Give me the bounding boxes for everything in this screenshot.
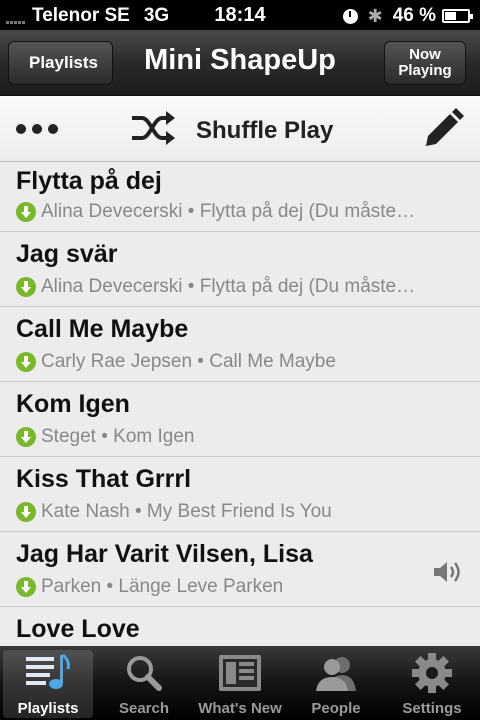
now-playing-button[interactable]: Now Playing: [384, 41, 466, 85]
song-row[interactable]: Jag svär Alina Devecerski • Flytta på de…: [0, 232, 480, 307]
song-artist-album: Parken • Länge Leve Parken: [41, 576, 284, 597]
song-title: Flytta på dej: [16, 167, 162, 195]
song-row[interactable]: Love Love: [0, 607, 480, 646]
shuffle-play-label: Shuffle Play: [196, 116, 334, 144]
tab-whats-new[interactable]: What's New: [192, 646, 288, 720]
song-title: Kiss That Grrrl: [16, 465, 192, 493]
song-row-now-playing[interactable]: Jag Har Varit Vilsen, Lisa Parken • Läng…: [0, 532, 480, 607]
tab-bar: Playlists Search What's New People Setti…: [0, 646, 480, 720]
now-playing-label-line2: Playing: [398, 62, 452, 79]
bluetooth-icon: ✱: [367, 5, 383, 26]
status-bar: Telenor SE 3G 18:14 ✱ 46 %: [0, 0, 480, 30]
tab-settings[interactable]: Settings: [384, 646, 480, 720]
song-title: Jag Har Varit Vilsen, Lisa: [16, 540, 313, 568]
downloaded-icon: [16, 427, 36, 447]
song-title: Kom Igen: [16, 390, 130, 418]
tab-label: People: [311, 700, 361, 717]
playlists-icon: [0, 652, 96, 694]
song-row[interactable]: Kiss That Grrrl Kate Nash • My Best Frie…: [0, 457, 480, 532]
alarm-clock-icon: [342, 8, 358, 24]
downloaded-icon: [16, 202, 36, 222]
downloaded-icon: [16, 352, 36, 372]
tab-label: Search: [118, 700, 170, 717]
song-artist-album: Steget • Kom Igen: [41, 426, 195, 447]
song-title: Call Me Maybe: [16, 315, 189, 343]
song-artist-album: Kate Nash • My Best Friend Is You: [41, 501, 332, 522]
tab-label: Playlists: [17, 700, 79, 717]
speaker-playing-icon: [432, 559, 464, 590]
downloaded-icon: [16, 577, 36, 597]
search-icon: [96, 652, 192, 694]
song-artist-album: Alina Devecerski • Flytta på dej (Du mås…: [41, 201, 416, 222]
song-artist-album: Alina Devecerski • Flytta på dej (Du mås…: [41, 276, 416, 297]
song-row[interactable]: Flytta på dej Alina Devecerski • Flytta …: [0, 162, 480, 232]
more-options-icon[interactable]: [16, 124, 64, 134]
song-title: Love Love: [16, 615, 140, 643]
downloaded-icon: [16, 277, 36, 297]
tab-label: What's New: [198, 700, 282, 717]
back-button[interactable]: Playlists: [8, 41, 113, 85]
tab-search[interactable]: Search: [96, 646, 192, 720]
now-playing-label-line1: Now: [409, 46, 441, 63]
edit-pencil-icon[interactable]: [420, 106, 464, 155]
song-artist-album: Carly Rae Jepsen • Call Me Maybe: [41, 351, 336, 372]
tab-playlists[interactable]: Playlists: [0, 646, 96, 720]
tab-label: Settings: [402, 700, 462, 717]
navigation-bar: Playlists Mini ShapeUp Now Playing: [0, 30, 480, 96]
gear-icon: [384, 652, 480, 694]
battery-percent: 46 %: [392, 5, 436, 26]
shuffle-play-button[interactable]: Shuffle Play: [130, 110, 333, 151]
people-icon: [288, 652, 384, 694]
battery-icon: [442, 9, 473, 23]
shuffle-icon: [130, 110, 176, 151]
song-list[interactable]: Flytta på dej Alina Devecerski • Flytta …: [0, 162, 480, 646]
downloaded-icon: [16, 502, 36, 522]
whats-new-icon: [192, 652, 288, 694]
page-title: Mini ShapeUp: [144, 44, 336, 76]
playlist-toolbar: Shuffle Play: [0, 96, 480, 162]
back-button-label: Playlists: [29, 53, 98, 72]
song-title: Jag svär: [16, 240, 118, 268]
song-row[interactable]: Kom Igen Steget • Kom Igen: [0, 382, 480, 457]
song-row[interactable]: Call Me Maybe Carly Rae Jepsen • Call Me…: [0, 307, 480, 382]
tab-people[interactable]: People: [288, 646, 384, 720]
